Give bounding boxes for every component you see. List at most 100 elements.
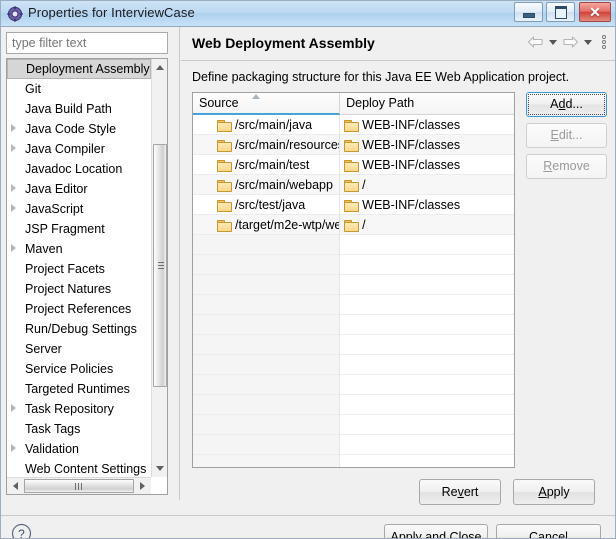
sidebar-item-server[interactable]: Server [7, 339, 151, 359]
sidebar-item-java-build-path[interactable]: Java Build Path [7, 99, 151, 119]
table-empty-row [193, 255, 514, 275]
cell-source-label: /src/main/resources [235, 137, 341, 152]
sidebar-item-project-references[interactable]: Project References [7, 299, 151, 319]
tree-vertical-scroll-thumb[interactable] [153, 144, 167, 387]
scroll-left-arrow-icon[interactable] [7, 478, 23, 494]
folder-icon [217, 199, 232, 212]
table-empty-row [193, 415, 514, 435]
sidebar-item-java-compiler[interactable]: Java Compiler [7, 139, 151, 159]
table-empty-row [193, 335, 514, 355]
scroll-down-arrow-icon[interactable] [152, 460, 167, 477]
folder-icon [217, 139, 232, 152]
empty-cell-source [193, 455, 341, 467]
folder-icon [217, 219, 232, 232]
empty-cell-source [193, 295, 341, 315]
sidebar-item-run-debug-settings[interactable]: Run/Debug Settings [7, 319, 151, 339]
column-header-deploy-path-label: Deploy Path [346, 96, 415, 110]
sidebar-item-java-editor[interactable]: Java Editor [7, 179, 151, 199]
expand-arrow-icon[interactable] [11, 124, 16, 132]
window-title: Properties for InterviewCase [28, 5, 195, 20]
cell-source-label: /src/main/webapp [235, 177, 333, 192]
empty-cell-source [193, 375, 341, 395]
sidebar-item-targeted-runtimes[interactable]: Targeted Runtimes [7, 379, 151, 399]
sidebar-item-jsp-fragment[interactable]: JSP Fragment [7, 219, 151, 239]
tree-vertical-scrollbar[interactable] [151, 59, 167, 477]
expand-arrow-icon[interactable] [11, 444, 16, 452]
expand-arrow-icon[interactable] [11, 404, 16, 412]
edit-button-label: Edit... [550, 128, 583, 142]
sidebar-item-web-content-settings[interactable]: Web Content Settings [7, 459, 151, 477]
expand-arrow-icon[interactable] [11, 244, 16, 252]
sidebar-item-service-policies[interactable]: Service Policies [7, 359, 151, 379]
empty-cell-deploy-path [340, 395, 514, 415]
sidebar-item-label: Project Natures [25, 282, 112, 296]
table-row[interactable]: /src/main/test WEB-INF/classes [193, 155, 514, 175]
apply-button-label: Apply [538, 485, 570, 499]
sidebar-item-task-tags[interactable]: Task Tags [7, 419, 151, 439]
table-empty-row [193, 395, 514, 415]
apply-and-close-label: Apply and Close [390, 530, 482, 539]
table-empty-row [193, 455, 514, 467]
sidebar-item-project-facets[interactable]: Project Facets [7, 259, 151, 279]
maximize-button[interactable] [546, 2, 575, 22]
table-row[interactable]: /src/main/java WEB-INF/classes [193, 115, 514, 135]
forward-arrow-icon[interactable] [562, 35, 579, 49]
empty-cell-deploy-path [340, 315, 514, 335]
filter-input[interactable] [6, 32, 168, 54]
minimize-button[interactable] [514, 2, 543, 22]
scroll-right-arrow-icon[interactable] [135, 478, 151, 494]
add-button[interactable]: Add... [526, 92, 607, 117]
expand-arrow-icon[interactable] [11, 204, 16, 212]
revert-button[interactable]: Revert [419, 479, 501, 505]
remove-button[interactable]: Remove [526, 154, 607, 179]
sidebar-item-label: Java Editor [25, 182, 88, 196]
empty-cell-source [193, 435, 341, 455]
table-empty-row [193, 275, 514, 295]
folder-icon [344, 219, 360, 232]
cancel-button[interactable]: Cancel [496, 524, 601, 538]
table-row[interactable]: /src/test/java WEB-INF/classes [193, 195, 514, 215]
sidebar-item-project-natures[interactable]: Project Natures [7, 279, 151, 299]
close-button[interactable]: ✕ [579, 2, 611, 22]
apply-and-close-button[interactable]: Apply and Close [384, 524, 488, 539]
empty-cell-deploy-path [340, 255, 514, 275]
menu-dot [602, 45, 606, 49]
cell-source: /src/main/test [193, 155, 341, 175]
forward-history-chevron-down-icon[interactable] [584, 39, 592, 45]
back-arrow-icon[interactable] [527, 35, 544, 49]
folder-icon [344, 199, 360, 212]
expand-arrow-icon[interactable] [11, 184, 16, 192]
sidebar-item-validation[interactable]: Validation [7, 439, 151, 459]
sidebar-item-maven[interactable]: Maven [7, 239, 151, 259]
tree-horizontal-scroll-thumb[interactable] [24, 479, 134, 493]
focus-ring [528, 94, 605, 115]
table-empty-row [193, 235, 514, 255]
empty-cell-source [193, 255, 341, 275]
sidebar-item-label: Java Build Path [25, 102, 112, 116]
apply-button[interactable]: Apply [513, 479, 595, 505]
table-empty-row [193, 315, 514, 335]
table-row[interactable]: /src/main/webapp / [193, 175, 514, 195]
sidebar-item-git[interactable]: Git [7, 79, 151, 99]
back-history-chevron-down-icon[interactable] [549, 39, 557, 45]
help-icon[interactable]: ? [11, 523, 32, 539]
sidebar-item-label: Task Repository [25, 402, 114, 416]
edit-button[interactable]: Edit... [526, 123, 607, 148]
sidebar-item-javascript[interactable]: JavaScript [7, 199, 151, 219]
column-header-source[interactable]: Source [193, 93, 341, 115]
sidebar-item-task-repository[interactable]: Task Repository [7, 399, 151, 419]
column-header-deploy-path[interactable]: Deploy Path [340, 93, 514, 114]
sidebar-item-java-code-style[interactable]: Java Code Style [7, 119, 151, 139]
cell-deploy-path: / [340, 175, 514, 195]
sidebar-item-javadoc-location[interactable]: Javadoc Location [7, 159, 151, 179]
sidebar-item-deployment-assembly[interactable]: Deployment Assembly [7, 59, 151, 79]
scroll-up-arrow-icon[interactable] [152, 59, 167, 76]
view-menu-icon[interactable] [600, 34, 608, 50]
sidebar-item-label: Run/Debug Settings [25, 322, 137, 336]
table-row[interactable]: /target/m2e-wtp/web-resources / [193, 215, 514, 235]
footer-separator [1, 515, 615, 516]
tree-horizontal-scrollbar[interactable] [7, 477, 151, 494]
table-row[interactable]: /src/main/resources WEB-INF/classes [193, 135, 514, 155]
empty-cell-deploy-path [340, 295, 514, 315]
expand-arrow-icon[interactable] [11, 144, 16, 152]
